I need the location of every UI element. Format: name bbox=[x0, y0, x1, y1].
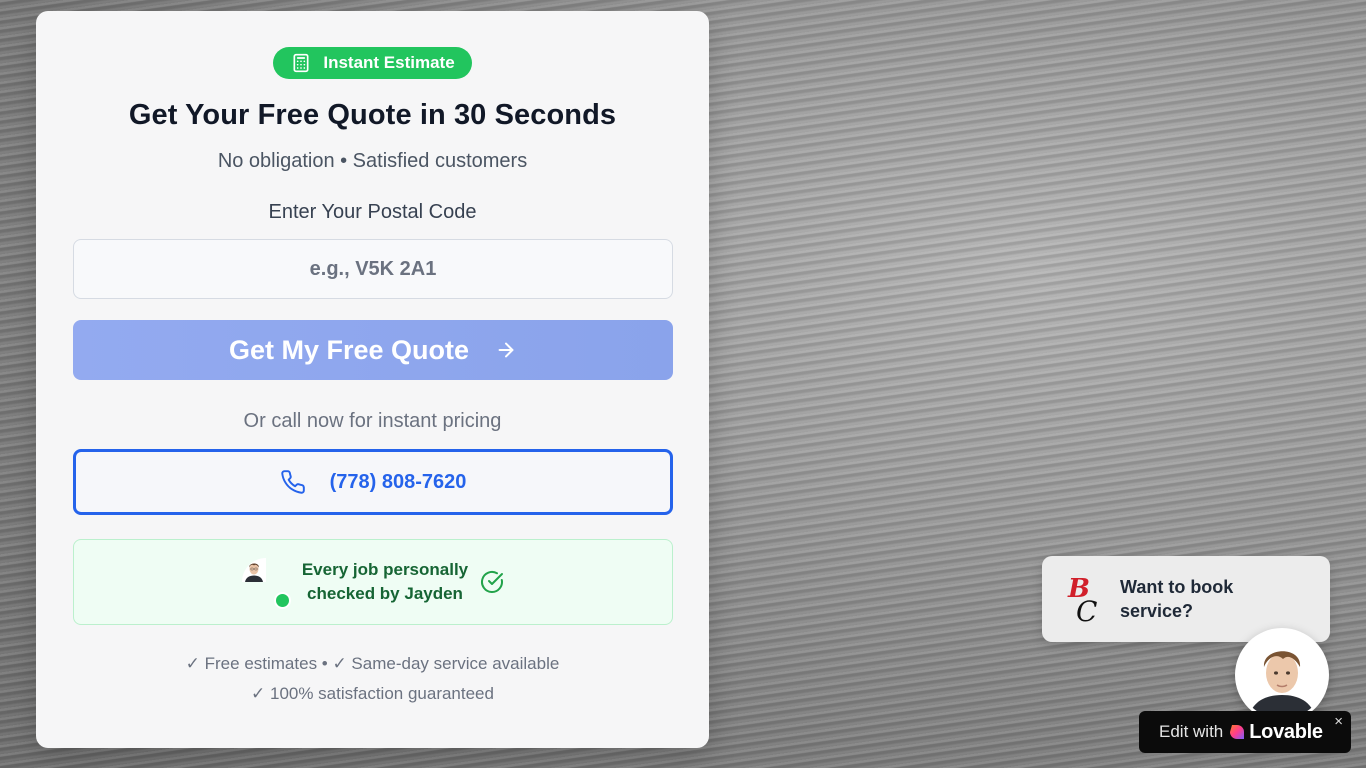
chat-avatar-button[interactable] bbox=[1235, 628, 1329, 722]
svg-text:C: C bbox=[1076, 595, 1097, 625]
or-call-text: Or call now for instant pricing bbox=[243, 410, 502, 432]
edit-with-lovable-badge[interactable]: Edit with Lovable × bbox=[1139, 711, 1351, 753]
check-circle-icon bbox=[481, 570, 504, 593]
perks-line2: ✓ 100% satisfaction guaranteed bbox=[251, 684, 494, 703]
instant-estimate-badge: Instant Estimate bbox=[273, 47, 472, 79]
personal-check-text: Every job personally checked by Jayden bbox=[302, 558, 468, 606]
book-service-line1: Want to book bbox=[1120, 577, 1234, 597]
book-service-line2: service? bbox=[1120, 601, 1194, 621]
personal-check-line1: Every job personally bbox=[301, 560, 469, 579]
personal-check-line2: checked by Jayden bbox=[307, 584, 463, 603]
book-service-text: Want to book service? bbox=[1120, 575, 1233, 623]
phone-number: (778) 808-7620 bbox=[329, 470, 467, 493]
online-status-dot bbox=[273, 592, 291, 609]
perks-list: ✓ Free estimates • ✓ Same-day service av… bbox=[73, 649, 672, 709]
get-quote-button[interactable]: Get My Free Quote bbox=[73, 320, 673, 380]
personal-check-banner: Every job personally checked by Jayden bbox=[73, 539, 673, 625]
jayden-avatar bbox=[241, 558, 291, 609]
perks-line1: ✓ Free estimates • ✓ Same-day service av… bbox=[185, 654, 560, 673]
arrow-right-icon bbox=[498, 342, 514, 358]
badge-label: Instant Estimate bbox=[323, 53, 455, 72]
lovable-brand: Lovable bbox=[1249, 720, 1323, 743]
subtitle: No obligation • Satisfied customers bbox=[217, 150, 528, 172]
calculator-icon bbox=[293, 53, 309, 73]
page-title: Get Your Free Quote in 30 Seconds bbox=[128, 99, 617, 131]
postal-code-label: Enter Your Postal Code bbox=[268, 201, 477, 223]
call-phone-button[interactable]: (778) 808-7620 bbox=[73, 449, 673, 515]
edit-with-label: Edit with bbox=[1159, 722, 1224, 741]
lovable-logo-icon bbox=[1230, 725, 1245, 739]
bc-logo-icon: B C bbox=[1067, 574, 1097, 625]
get-quote-label: Get My Free Quote bbox=[228, 334, 470, 365]
quote-card: Instant Estimate Get Your Free Quote in … bbox=[36, 11, 709, 748]
phone-icon bbox=[280, 470, 305, 494]
postal-code-input[interactable] bbox=[73, 239, 673, 299]
close-badge-button[interactable]: × bbox=[1334, 713, 1343, 730]
